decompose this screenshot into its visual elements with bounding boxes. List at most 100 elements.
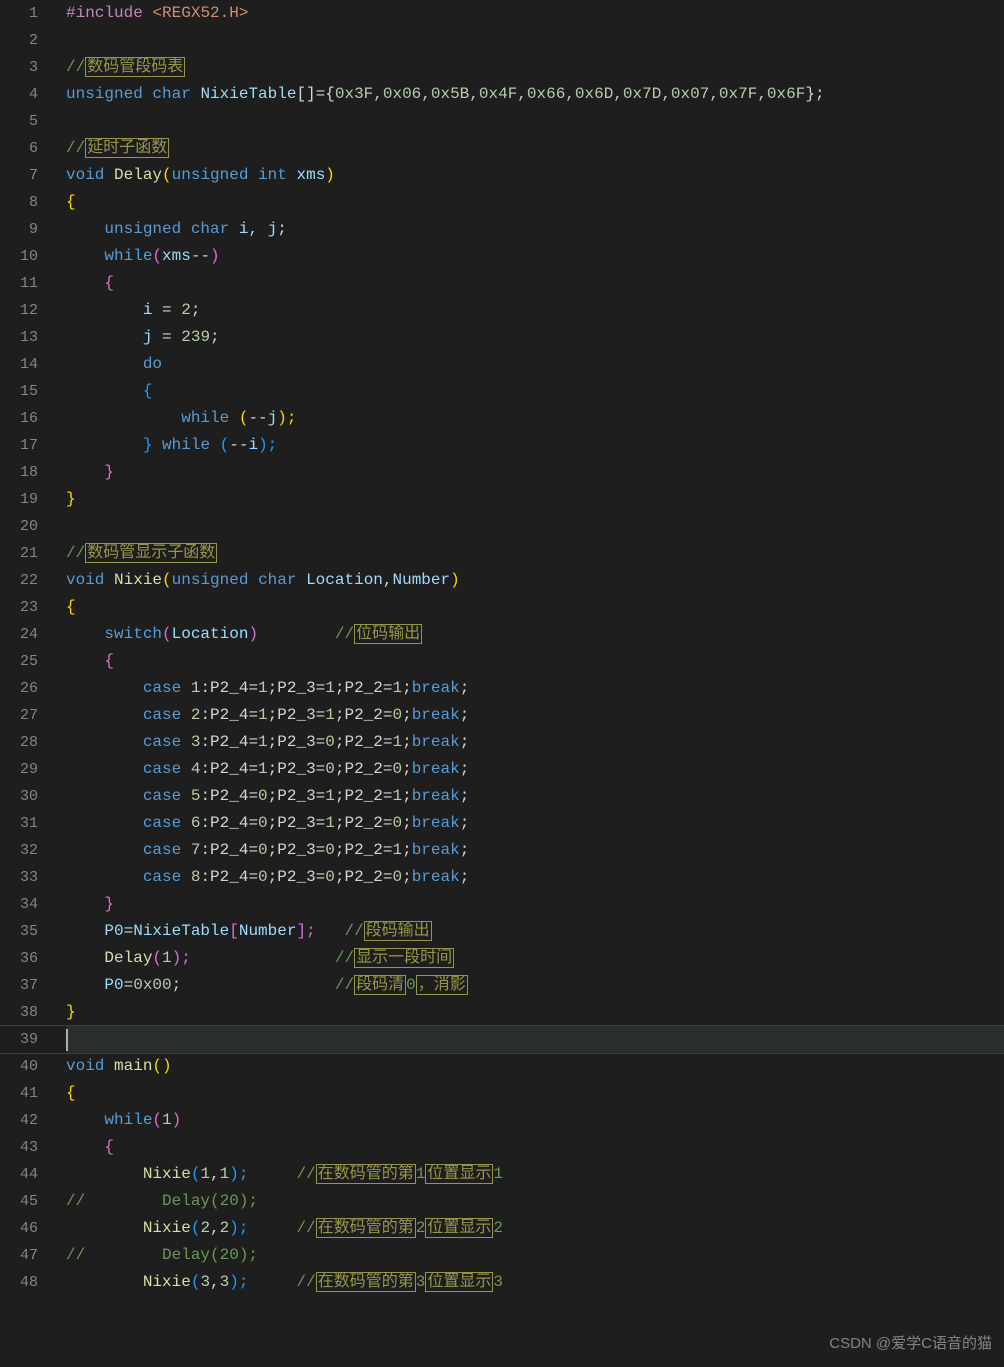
code-line[interactable]: i = 2; xyxy=(66,297,1004,324)
line-number: 48 xyxy=(0,1269,38,1296)
code-line[interactable]: case 6:P2_4=0;P2_3=1;P2_2=0;break; xyxy=(66,810,1004,837)
code-line[interactable]: // Delay(20); xyxy=(66,1188,1004,1215)
line-number: 40 xyxy=(0,1053,38,1080)
line-number: 12 xyxy=(0,297,38,324)
line-number: 45 xyxy=(0,1188,38,1215)
code-line[interactable]: do xyxy=(66,351,1004,378)
line-number: 11 xyxy=(0,270,38,297)
code-line[interactable]: } while (--i); xyxy=(66,432,1004,459)
code-line[interactable]: } xyxy=(66,891,1004,918)
line-number: 3 xyxy=(0,54,38,81)
line-number: 24 xyxy=(0,621,38,648)
code-area[interactable]: #include <REGX52.H> //数码管段码表unsigned cha… xyxy=(52,0,1004,1367)
code-line[interactable]: { xyxy=(66,189,1004,216)
code-line[interactable] xyxy=(66,1026,1004,1053)
line-number: 7 xyxy=(0,162,38,189)
line-number: 22 xyxy=(0,567,38,594)
line-number: 39 xyxy=(0,1026,38,1053)
line-number: 21 xyxy=(0,540,38,567)
line-number: 30 xyxy=(0,783,38,810)
line-number: 10 xyxy=(0,243,38,270)
line-number: 35 xyxy=(0,918,38,945)
line-number: 42 xyxy=(0,1107,38,1134)
code-line[interactable]: { xyxy=(66,648,1004,675)
code-line[interactable]: switch(Location) //位码输出 xyxy=(66,621,1004,648)
line-number: 8 xyxy=(0,189,38,216)
code-line[interactable]: while(1) xyxy=(66,1107,1004,1134)
line-number: 6 xyxy=(0,135,38,162)
line-number: 18 xyxy=(0,459,38,486)
code-line[interactable]: case 2:P2_4=1;P2_3=1;P2_2=0;break; xyxy=(66,702,1004,729)
line-number: 46 xyxy=(0,1215,38,1242)
line-number: 34 xyxy=(0,891,38,918)
code-line[interactable]: { xyxy=(66,270,1004,297)
line-number: 1 xyxy=(0,0,38,27)
code-editor[interactable]: 1234567891011121314151617181920212223242… xyxy=(0,0,1004,1367)
code-line[interactable]: Nixie(1,1); //在数码管的第1位置显示1 xyxy=(66,1161,1004,1188)
code-line[interactable]: j = 239; xyxy=(66,324,1004,351)
line-number: 28 xyxy=(0,729,38,756)
line-number: 19 xyxy=(0,486,38,513)
line-number: 26 xyxy=(0,675,38,702)
code-line[interactable]: Nixie(3,3); //在数码管的第3位置显示3 xyxy=(66,1269,1004,1296)
line-number: 16 xyxy=(0,405,38,432)
line-number: 4 xyxy=(0,81,38,108)
line-number: 2 xyxy=(0,27,38,54)
line-number: 33 xyxy=(0,864,38,891)
code-line[interactable]: #include <REGX52.H> xyxy=(66,0,1004,27)
code-line[interactable]: case 4:P2_4=1;P2_3=0;P2_2=0;break; xyxy=(66,756,1004,783)
line-number: 47 xyxy=(0,1242,38,1269)
code-line[interactable]: unsigned char i, j; xyxy=(66,216,1004,243)
line-number: 44 xyxy=(0,1161,38,1188)
code-line[interactable]: unsigned char NixieTable[]={0x3F,0x06,0x… xyxy=(66,81,1004,108)
code-line[interactable]: case 5:P2_4=0;P2_3=1;P2_2=1;break; xyxy=(66,783,1004,810)
code-line[interactable]: } xyxy=(66,486,1004,513)
line-number: 17 xyxy=(0,432,38,459)
line-number: 5 xyxy=(0,108,38,135)
text-cursor xyxy=(66,1029,68,1051)
code-line[interactable]: P0=NixieTable[Number]; //段码输出 xyxy=(66,918,1004,945)
code-line[interactable] xyxy=(66,27,1004,54)
code-line[interactable]: case 3:P2_4=1;P2_3=0;P2_2=1;break; xyxy=(66,729,1004,756)
line-number: 13 xyxy=(0,324,38,351)
line-number: 20 xyxy=(0,513,38,540)
line-number: 27 xyxy=(0,702,38,729)
code-line[interactable]: { xyxy=(66,1134,1004,1161)
code-line[interactable]: while(xms--) xyxy=(66,243,1004,270)
code-line[interactable]: { xyxy=(66,594,1004,621)
line-number: 23 xyxy=(0,594,38,621)
line-number: 29 xyxy=(0,756,38,783)
line-number: 15 xyxy=(0,378,38,405)
line-number: 25 xyxy=(0,648,38,675)
code-line[interactable]: case 7:P2_4=0;P2_3=0;P2_2=1;break; xyxy=(66,837,1004,864)
line-number: 43 xyxy=(0,1134,38,1161)
line-number: 9 xyxy=(0,216,38,243)
code-line[interactable]: // Delay(20); xyxy=(66,1242,1004,1269)
line-number: 41 xyxy=(0,1080,38,1107)
code-line[interactable]: { xyxy=(66,1080,1004,1107)
code-line[interactable]: //数码管段码表 xyxy=(66,54,1004,81)
code-line[interactable]: { xyxy=(66,378,1004,405)
line-number: 37 xyxy=(0,972,38,999)
line-number: 14 xyxy=(0,351,38,378)
code-line[interactable]: //数码管显示子函数 xyxy=(66,540,1004,567)
code-line[interactable]: case 1:P2_4=1;P2_3=1;P2_2=1;break; xyxy=(66,675,1004,702)
code-line[interactable] xyxy=(66,513,1004,540)
code-line[interactable]: void Delay(unsigned int xms) xyxy=(66,162,1004,189)
code-line[interactable]: case 8:P2_4=0;P2_3=0;P2_2=0;break; xyxy=(66,864,1004,891)
code-line[interactable]: //延时子函数 xyxy=(66,135,1004,162)
code-line[interactable]: void Nixie(unsigned char Location,Number… xyxy=(66,567,1004,594)
code-line[interactable]: } xyxy=(66,999,1004,1026)
line-number: 38 xyxy=(0,999,38,1026)
code-line[interactable]: while (--j); xyxy=(66,405,1004,432)
code-line[interactable] xyxy=(66,108,1004,135)
code-line[interactable]: void main() xyxy=(66,1053,1004,1080)
line-number: 32 xyxy=(0,837,38,864)
code-line[interactable]: } xyxy=(66,459,1004,486)
line-number-gutter: 1234567891011121314151617181920212223242… xyxy=(0,0,52,1367)
code-line[interactable]: Delay(1); //显示一段时间 xyxy=(66,945,1004,972)
code-line[interactable]: Nixie(2,2); //在数码管的第2位置显示2 xyxy=(66,1215,1004,1242)
code-line[interactable]: P0=0x00; //段码清0，消影 xyxy=(66,972,1004,999)
line-number: 36 xyxy=(0,945,38,972)
line-number: 31 xyxy=(0,810,38,837)
